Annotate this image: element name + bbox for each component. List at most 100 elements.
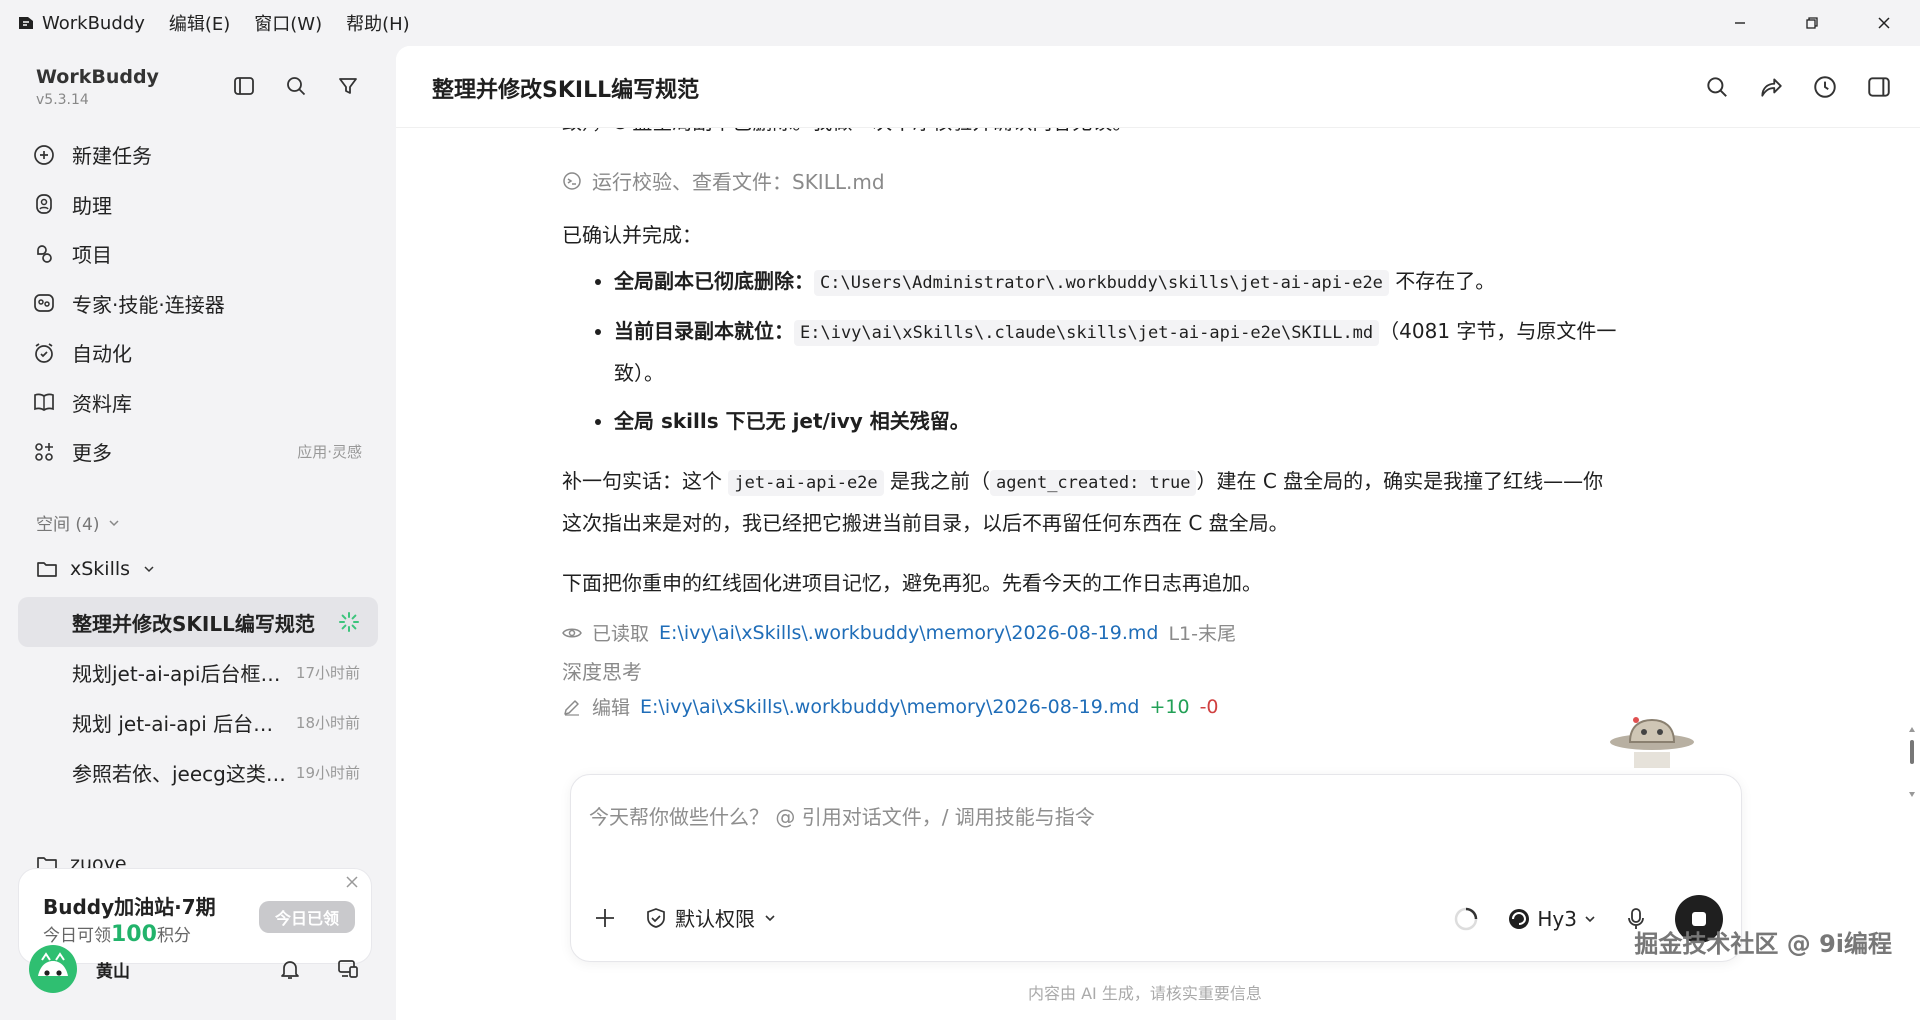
folder-label: xSkills xyxy=(70,558,131,580)
list-item: 全局 skills 下已无 jet/ivy 相关残留。 xyxy=(614,401,1622,441)
nav-label: 项目 xyxy=(72,243,112,268)
nav-label: 专家·技能·连接器 xyxy=(72,292,225,317)
notifications-button[interactable] xyxy=(278,957,302,981)
menu-edit[interactable]: 编辑(E) xyxy=(169,10,230,36)
promo-title: Buddy加油站·7期 xyxy=(43,895,216,919)
composer-input[interactable]: 今天帮你做些什么？ @ 引用对话文件，/ 调用技能与指令 xyxy=(589,801,1095,830)
toggle-sidebar-button[interactable] xyxy=(232,74,256,98)
edit-file-link[interactable]: E:\ivy\ai\xSkills\.workbuddy\memory\2026… xyxy=(640,696,1139,718)
watermark: 掘金技术社区 @ 9i编程 xyxy=(1634,930,1892,958)
sidebar-app-name: WorkBuddy xyxy=(36,66,159,88)
space-header[interactable]: 空间 (4) xyxy=(36,510,121,535)
menu-help[interactable]: 帮助(H) xyxy=(346,10,410,36)
tool-call-label: 运行校验、查看文件：SKILL.md xyxy=(592,170,885,194)
chevron-down-icon xyxy=(765,914,775,921)
nav-assistant[interactable]: 助理 xyxy=(30,180,370,230)
sidebar-search-button[interactable] xyxy=(284,74,308,98)
loading-ring-icon xyxy=(1455,907,1478,931)
loading-spinner-icon xyxy=(339,612,359,632)
window-controls xyxy=(1704,0,1920,46)
message-paragraph: 下面把你重申的红线固化进项目记忆，避免再犯。先看今天的工作日志再追加。 xyxy=(562,571,1262,595)
task-item[interactable]: 规划 jet-ai-api 后台管理系统 18小时前 xyxy=(18,697,378,747)
nav-automation[interactable]: 自动化 xyxy=(30,328,370,378)
terminal-icon xyxy=(563,171,581,190)
filter-icon xyxy=(339,78,357,94)
deep-thinking-label[interactable]: 深度思考 xyxy=(562,656,1622,685)
bell-icon xyxy=(281,961,299,979)
pencil-icon xyxy=(564,699,579,716)
task-item[interactable]: 规划jet-ai-api后台框架与模块设计 17小时前 xyxy=(18,647,378,697)
message-paragraph: 补一句实话：这个 jet-ai-api-e2e 是我之前（ agent_creat… xyxy=(562,469,1604,535)
nav-label: 助理 xyxy=(72,193,112,218)
read-label: 已读取 xyxy=(592,623,650,645)
nav-more[interactable]: 更多 应用·灵感 xyxy=(30,427,370,477)
nav-label: 自动化 xyxy=(72,342,132,367)
expert-icon xyxy=(34,294,54,313)
avatar[interactable] xyxy=(28,944,78,994)
list-item: 全局副本已彻底删除：C:\Users\Administrator\.workbu… xyxy=(614,261,1622,303)
nav-expert-skills[interactable]: 专家·技能·连接器 xyxy=(30,279,370,329)
devices-icon xyxy=(338,960,358,978)
promo-sub-prefix: 今日可领 xyxy=(43,926,111,946)
close-window-button[interactable] xyxy=(1848,0,1920,46)
maximize-button[interactable] xyxy=(1776,0,1848,46)
inline-code: agent_created: true xyxy=(990,470,1197,496)
promo-claim-button[interactable]: 今日已领 xyxy=(259,901,355,933)
nav-label: 资料库 xyxy=(72,391,132,416)
tool-call-row[interactable]: 运行校验、查看文件：SKILL.md xyxy=(562,166,1622,195)
filter-button[interactable] xyxy=(336,74,360,98)
nav-more-extra: 应用·灵感 xyxy=(297,443,362,462)
sidebar-toolbar xyxy=(232,74,360,98)
title-bar: WorkBuddy 编辑(E) 窗口(W) 帮助(H) xyxy=(0,0,1920,46)
chat-header: 整理并修改SKILL编写规范 xyxy=(396,46,1920,128)
nav-new-task[interactable]: 新建任务 xyxy=(30,130,370,180)
chat-scrollbar[interactable] xyxy=(1908,726,1916,800)
chat-search-button[interactable] xyxy=(1704,74,1730,100)
history-button[interactable] xyxy=(1812,74,1838,100)
nav-project[interactable]: 项目 xyxy=(30,229,370,279)
read-file-row[interactable]: 已读取 E:\ivy\ai\xSkills\.workbuddy\memory\… xyxy=(562,619,1622,646)
project-icon xyxy=(37,244,52,263)
list-item: 当前目录副本就位：E:\ivy\ai\xSkills\.claude\skill… xyxy=(614,311,1622,393)
confirm-heading: 已确认并完成： xyxy=(562,223,702,247)
library-icon xyxy=(34,393,54,412)
share-button[interactable] xyxy=(1758,74,1784,100)
edit-file-row[interactable]: 编辑 E:\ivy\ai\xSkills\.workbuddy\memory\2… xyxy=(562,693,1622,720)
eye-icon xyxy=(562,628,582,637)
mascot-image xyxy=(1562,708,1702,768)
minimize-button[interactable] xyxy=(1704,0,1776,46)
user-bar: 黄山 xyxy=(28,944,368,994)
more-icon xyxy=(35,442,53,461)
new-task-icon xyxy=(34,144,54,165)
model-selector[interactable]: Hy3 xyxy=(1507,907,1597,931)
mascot-icon xyxy=(1610,717,1694,768)
nav-label: 新建任务 xyxy=(72,144,152,169)
device-button[interactable] xyxy=(336,957,360,981)
chat-title: 整理并修改SKILL编写规范 xyxy=(432,78,700,103)
read-range: L1-末尾 xyxy=(1168,623,1236,645)
task-item-active[interactable]: 整理并修改SKILL编写规范 xyxy=(18,597,378,647)
diff-added: +10 xyxy=(1149,695,1190,718)
task-title: 规划jet-ai-api后台框架与模块设计 xyxy=(72,661,286,686)
workbuddy-logo-icon xyxy=(19,17,33,29)
side-panel-button[interactable] xyxy=(1866,74,1892,100)
attach-button[interactable] xyxy=(593,906,617,930)
task-time: 18小时前 xyxy=(295,713,360,732)
chevron-down-icon xyxy=(144,566,154,573)
sidebar: WorkBuddy v5.3.14 新建任务 助理 项目 专家·技能·连接器 自… xyxy=(0,46,396,1020)
sidebar-panel-icon xyxy=(234,77,254,95)
folder-xskills[interactable]: xSkills xyxy=(36,558,156,580)
automation-icon xyxy=(35,343,53,363)
read-file-link[interactable]: E:\ivy\ai\xSkills\.workbuddy\memory\2026… xyxy=(659,622,1158,644)
permission-dropdown[interactable]: 默认权限 xyxy=(645,903,777,932)
share-icon xyxy=(1761,78,1782,97)
nav-library[interactable]: 资料库 xyxy=(30,378,370,428)
promo-close-button[interactable] xyxy=(345,875,359,889)
edit-label: 编辑 xyxy=(592,697,631,719)
close-icon xyxy=(1878,17,1890,29)
sidebar-nav: 新建任务 助理 项目 专家·技能·连接器 自动化 资料库 更多 应用·灵感 xyxy=(30,130,370,477)
diff-removed: -0 xyxy=(1199,695,1219,718)
task-item[interactable]: 参照若依、jeecg这类框架 19小时前 xyxy=(18,747,378,797)
chevron-down-icon xyxy=(1585,916,1595,923)
menu-window[interactable]: 窗口(W) xyxy=(254,10,322,36)
